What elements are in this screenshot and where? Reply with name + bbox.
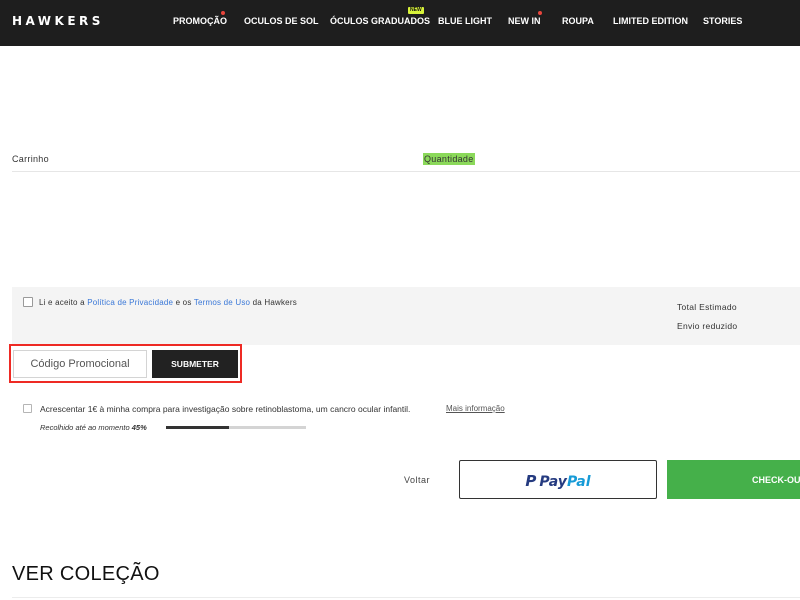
paypal-word-pay: Pay — [539, 474, 567, 490]
nav-item-limited-edition[interactable]: LIMITED EDITION — [613, 16, 688, 26]
notification-dot-icon — [538, 11, 542, 15]
nav-item-label: PROMOÇÃO — [173, 16, 227, 26]
reduced-shipping-label: Envio reduzido — [677, 321, 738, 331]
back-link[interactable]: Voltar — [404, 475, 430, 485]
new-badge: NEW — [408, 7, 424, 14]
divider — [12, 597, 800, 598]
paypal-word-pal: Pal — [566, 474, 591, 490]
nav-item-label: OCULOS DE SOL — [244, 16, 319, 26]
terms-consent-text: Li e aceito a Política de Privacidade e … — [39, 298, 297, 307]
donation-progress-fill — [166, 426, 229, 429]
nav-item-roupa[interactable]: ROUPA — [562, 16, 594, 26]
checkout-button[interactable]: CHECK-OUT — [667, 460, 800, 499]
nav-item-new-in[interactable]: NEW IN — [508, 11, 542, 26]
donation-checkbox[interactable] — [23, 404, 32, 413]
notification-dot-icon — [221, 11, 225, 15]
collected-summary: Recolhido até ao momento 45% — [40, 423, 147, 432]
terms-of-use-link[interactable]: Termos de Uso — [194, 298, 250, 307]
paypal-button[interactable]: P PayPal — [459, 460, 657, 499]
nav-item-oculos-de-sol[interactable]: OCULOS DE SOL — [244, 16, 319, 26]
nav-item-label: ÓCULOS GRADUADOS — [330, 16, 431, 26]
collected-label: Recolhido até ao momento — [40, 423, 130, 432]
nav-item-label: NEW IN — [508, 16, 541, 26]
nav-item-label: LIMITED EDITION — [613, 16, 688, 26]
nav-item-label: ROUPA — [562, 16, 594, 26]
more-info-link[interactable]: Mais informação — [446, 404, 505, 413]
terms-middle: e os — [175, 298, 192, 307]
submit-promo-button[interactable]: SUBMETER — [152, 350, 238, 378]
paypal-mark-icon: P — [525, 472, 537, 490]
paypal-logo: P PayPal — [460, 472, 656, 490]
nav-item-oculos-graduados[interactable]: ÓCULOS GRADUADOS NEW — [330, 7, 431, 26]
cart-title: Carrinho — [12, 154, 49, 164]
view-collection-title[interactable]: VER COLEÇÃO — [12, 563, 160, 586]
privacy-policy-link[interactable]: Política de Privacidade — [87, 298, 173, 307]
donation-progress-bar — [166, 426, 306, 429]
top-navigation-bar: HAWKERS PROMOÇÃO OCULOS DE SOL ÓCULOS GR… — [0, 0, 800, 46]
main-nav: PROMOÇÃO OCULOS DE SOL ÓCULOS GRADUADOS … — [0, 7, 800, 30]
terms-suffix: da Hawkers — [252, 298, 297, 307]
terms-checkbox[interactable] — [23, 297, 33, 307]
terms-prefix: Li e aceito a — [39, 298, 85, 307]
promo-code-input[interactable] — [13, 350, 147, 378]
donation-text: Acrescentar 1€ à minha compra para inves… — [40, 404, 411, 414]
nav-item-promocao[interactable]: PROMOÇÃO — [173, 11, 227, 26]
estimated-total-label: Total Estimado — [677, 302, 737, 312]
nav-item-label: BLUE LIGHT — [438, 16, 492, 26]
nav-item-blue-light[interactable]: BLUE LIGHT — [438, 16, 492, 26]
nav-item-label: STORIES — [703, 16, 743, 26]
cart-header-row: Carrinho Quantidade — [12, 153, 800, 172]
nav-item-stories[interactable]: STORIES — [703, 16, 742, 26]
collected-value: 45% — [131, 423, 147, 432]
cart-summary-panel: Li e aceito a Política de Privacidade e … — [12, 287, 800, 345]
quantity-column-label: Quantidade — [423, 153, 475, 165]
